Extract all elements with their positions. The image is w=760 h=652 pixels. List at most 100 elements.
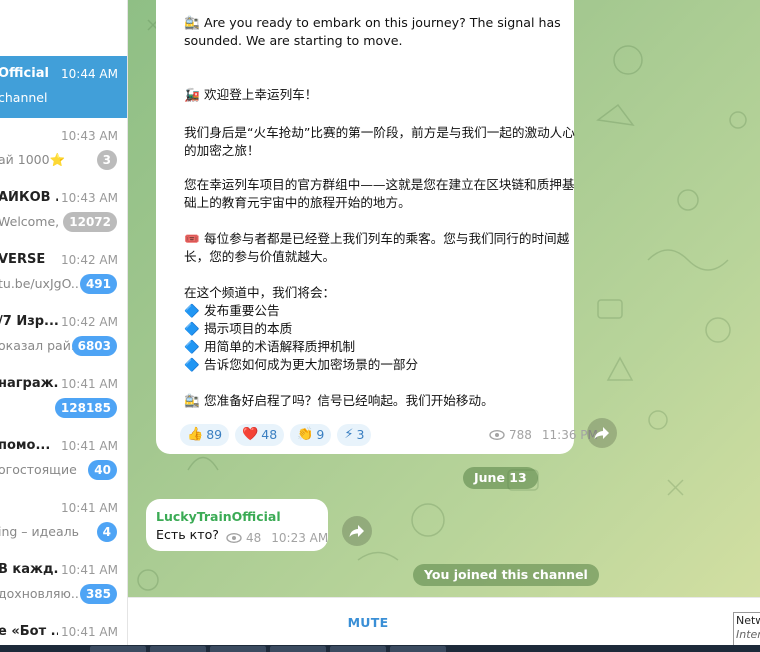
share-button-small[interactable]	[342, 516, 372, 546]
chat-name: АЙКОВ ...	[0, 190, 58, 205]
mute-button[interactable]: MUTE	[128, 598, 608, 646]
chat-preview: огостоящие ...	[0, 462, 80, 477]
chat-list-sidebar: Official 10:44 AM channel 10:43 AM ай 1000⭐ 3…	[0, 0, 128, 645]
reaction-chip[interactable]: 👍 89	[180, 424, 230, 446]
views-eye-icon	[226, 533, 242, 543]
post-meta: 788 11:36 PM	[489, 426, 598, 444]
post-line-text: 我们身后是“火车抢劫”比赛的第一阶段，前方是与我们一起的激动人心	[184, 125, 575, 140]
post-line: 的加密之旅！	[184, 142, 260, 160]
bottom-bar: MUTE	[128, 597, 760, 645]
unread-badge: 6803	[71, 336, 117, 356]
chat-time: 10:42 AM	[61, 253, 118, 267]
chat-name: награж...	[0, 376, 58, 391]
tooltip-line-2: Inter	[736, 628, 760, 641]
channel-post-small: LuckyTrainOfficial Есть кто? 48 10:23 AM	[146, 499, 328, 551]
post-line-text: 发布重要公告	[204, 303, 280, 318]
post-meta: 48 10:23 AM	[226, 529, 328, 547]
chat-list-item[interactable]: е «Бот ...10:41 AM	[0, 614, 127, 645]
post-line-text: sounded. We are starting to move.	[184, 33, 403, 48]
post-line: 🚉 Are you ready to embark on this journe…	[184, 14, 561, 32]
chat-preview: ing – идеальн...	[0, 524, 80, 539]
post-line: 🔷 用简单的术语解释质押机制	[184, 338, 355, 356]
chat-preview: оказал рай...	[0, 338, 80, 353]
chat-name: помо...	[0, 438, 51, 453]
post-author[interactable]: LuckyTrainOfficial	[156, 508, 281, 526]
chat-list-item[interactable]: В кажд...10:41 AM дохновляю...385	[0, 552, 127, 614]
unread-badge: 12072	[63, 212, 117, 232]
post-views: 788	[509, 428, 532, 442]
post-line: sounded. We are starting to move.	[184, 32, 402, 50]
reactions-bar: 👍 89 ❤️ 48 👏 9 ⚡ 3	[180, 424, 372, 446]
chat-list-item[interactable]: VERSE 10:42 AM tu.be/uxJgO... 491	[0, 242, 127, 304]
unread-badge: 3	[96, 150, 117, 170]
taskbar-button[interactable]	[330, 646, 386, 652]
network-tooltip: Netw Inter	[733, 612, 760, 647]
post-line-text: 础上的教育元宇宙中的旅程开始的地方。	[184, 195, 411, 210]
reaction-count: 89	[206, 427, 223, 442]
post-line: 🔷 告诉您如何成为更大加密场景的一部分	[184, 356, 418, 374]
chat-time: 10:43 AM	[61, 191, 118, 205]
post-line: 础上的教育元宇宙中的旅程开始的地方。	[184, 194, 411, 212]
chat-preview: channel	[0, 90, 48, 105]
chat-list-item[interactable]: награж...10:41 AM 128185	[0, 366, 127, 428]
post-line-text: Are you ready to embark on this journey?…	[204, 15, 561, 30]
chat-time: 10:44 AM	[61, 67, 118, 81]
post-line-text: 长，您的参与价值就越大。	[184, 249, 336, 264]
taskbar-button[interactable]	[210, 646, 266, 652]
chat-name: е «Бот ...	[0, 624, 58, 639]
chat-list-item[interactable]: /7 Изр... 10:42 AM оказал рай... 6803	[0, 304, 127, 366]
taskbar-button[interactable]	[150, 646, 206, 652]
reaction-chip[interactable]: ⚡ 3	[337, 424, 372, 446]
post-line-text: 揭示项目的本质	[204, 321, 293, 336]
forward-arrow-icon	[349, 525, 364, 537]
chat-name: VERSE	[0, 252, 46, 267]
reaction-emoji: ❤️	[242, 427, 259, 442]
reaction-count: 9	[316, 427, 325, 442]
share-button-main[interactable]	[587, 418, 617, 448]
chat-name: Official	[0, 66, 49, 81]
chat-time: 10:41 AM	[61, 501, 118, 515]
post-line: 🚉 您准备好启程了吗？信号已经响起。我们开始移动。	[184, 392, 494, 410]
post-views: 48	[246, 531, 262, 545]
post-line-text: 在这个频道中，我们将会：	[184, 285, 336, 300]
chat-time: 10:41 AM	[61, 563, 118, 577]
post-line-emoji: 🔷	[184, 339, 200, 354]
unread-badge: 128185	[54, 398, 117, 418]
post-line-emoji: 🔷	[184, 303, 200, 318]
post-line: 🔷 发布重要公告	[184, 302, 280, 320]
chat-list-item[interactable]: 10:41 AM ing – идеальн... 4	[0, 490, 127, 552]
tooltip-line-1: Netw	[736, 614, 760, 627]
post-line: 长，您的参与价值就越大。	[184, 248, 335, 266]
taskbar-button[interactable]	[90, 646, 146, 652]
chat-list-item[interactable]: 10:43 AM ай 1000⭐ 3	[0, 118, 127, 180]
chat-list-item[interactable]: Official 10:44 AM channel	[0, 56, 127, 118]
reaction-emoji: ⚡	[344, 427, 354, 442]
channel-post-main: 🔷 Tell you how you can be part of a larg…	[156, 0, 598, 454]
post-line: 🚂 欢迎登上幸运列车！	[184, 86, 317, 104]
taskbar-button[interactable]	[270, 646, 326, 652]
post-line-text: 欢迎登上幸运列车！	[204, 87, 318, 102]
unread-badge: 40	[88, 460, 117, 480]
chat-list-item[interactable]: АЙКОВ ...10:43 AMWelcome, ...12072	[0, 180, 127, 242]
post-line-emoji: 🔷	[184, 357, 200, 372]
chat-area: 🔷 Tell you how you can be part of a larg…	[128, 0, 760, 597]
reaction-chip[interactable]: 👏 9	[290, 424, 332, 446]
reaction-emoji: 👏	[297, 427, 314, 442]
service-message-joined: You joined this channel	[413, 564, 599, 586]
chat-time: 10:41 AM	[61, 625, 118, 639]
chat-time: 10:41 AM	[61, 439, 118, 453]
reaction-chip[interactable]: ❤️ 48	[235, 424, 285, 446]
post-line: 我们身后是“火车抢劫”比赛的第一阶段，前方是与我们一起的激动人心	[184, 124, 575, 142]
chat-preview: дохновляю...	[0, 586, 80, 601]
post-line-text: 每位参与者都是已经登上我们列车的乘客。您与我们同行的时间越	[204, 231, 570, 246]
reaction-emoji: 👍	[187, 427, 204, 442]
unread-badge: 385	[79, 584, 117, 604]
post-line: 您在幸运列车项目的官方群组中——这就是您在建立在区块链和质押基	[184, 176, 574, 194]
chat-time: 10:42 AM	[61, 315, 118, 329]
post-line-emoji: 🚉	[184, 393, 200, 408]
taskbar-button[interactable]	[390, 646, 446, 652]
chat-list-item[interactable]: помо... 10:41 AM огостоящие ... 40	[0, 428, 127, 490]
unread-badge: 491	[79, 274, 117, 294]
forward-arrow-icon	[594, 427, 609, 439]
os-taskbar	[0, 645, 760, 652]
